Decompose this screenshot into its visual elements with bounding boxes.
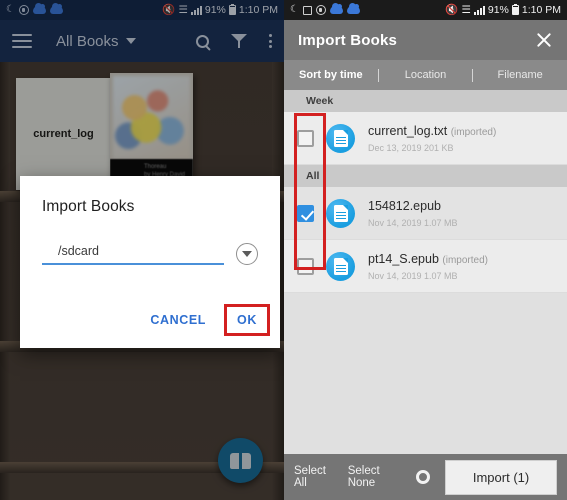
import-action-bar: Select All Select None Import (1) xyxy=(284,454,567,500)
file-subtitle: Nov 14, 2019 1.07 MB xyxy=(368,270,458,281)
file-meta: pt14_S.epub (imported) Nov 14, 2019 1.07… xyxy=(368,251,557,280)
import-dialog-header: Import Books xyxy=(284,20,567,60)
sort-tabs: Sort by time Location Filename xyxy=(284,60,567,90)
gear-icon[interactable] xyxy=(414,467,431,487)
file-document-icon xyxy=(326,198,355,228)
cancel-button[interactable]: CANCEL xyxy=(138,305,218,335)
row-checkbox-cell xyxy=(284,257,326,275)
imported-badge: (imported) xyxy=(450,127,497,139)
battery-percent-label: 91% xyxy=(487,4,509,16)
table-row[interactable]: current_log.txt (imported) Dec 13, 2019 … xyxy=(284,112,567,165)
import-button[interactable]: Import (1) xyxy=(445,459,557,495)
right-status-bar: ☾ 🔇 ☰ 91% 1:10 PM xyxy=(284,0,567,20)
dialog-path-row xyxy=(42,242,258,265)
file-name-line: 154812.epub xyxy=(368,198,557,214)
row-checkbox-cell xyxy=(284,129,326,147)
row-checkbox[interactable] xyxy=(296,129,314,147)
tab-sort-by-time[interactable]: Sort by time xyxy=(284,69,378,81)
tab-filename[interactable]: Filename xyxy=(473,69,567,81)
file-subtitle: Nov 14, 2019 1.07 MB xyxy=(368,217,458,228)
screenshot-root: ☾ 🔇 ☰ 91% 1:10 PM All Books current_log … xyxy=(0,0,567,500)
tab-location[interactable]: Location xyxy=(379,69,473,81)
section-header-all: All xyxy=(284,165,567,187)
table-row[interactable]: pt14_S.epub (imported) Nov 14, 2019 1.07… xyxy=(284,240,567,293)
row-checkbox[interactable] xyxy=(296,204,314,222)
status-left-icons: ☾ xyxy=(290,3,360,15)
file-meta: current_log.txt (imported) Dec 13, 2019 … xyxy=(368,123,557,152)
row-checkbox-cell xyxy=(284,204,326,222)
file-name: current_log.txt xyxy=(368,124,448,139)
cloud-icon xyxy=(346,3,360,14)
file-name: 154812.epub xyxy=(368,199,441,214)
file-name-line: pt14_S.epub (imported) xyxy=(368,251,557,267)
status-right-icons: 🔇 ☰ 91% 1:10 PM xyxy=(445,3,561,16)
file-name-line: current_log.txt (imported) xyxy=(368,123,557,139)
file-subtitle: Dec 13, 2019 201 KB xyxy=(368,142,454,153)
ok-button-highlight: OK xyxy=(224,304,270,336)
mute-icon: 🔇 xyxy=(445,3,459,16)
imported-badge: (imported) xyxy=(442,255,488,267)
close-icon[interactable] xyxy=(535,31,553,49)
select-none-button[interactable]: Select None xyxy=(348,465,401,489)
select-all-button[interactable]: Select All xyxy=(294,465,334,489)
ok-button[interactable]: OK xyxy=(233,309,261,331)
signal-icon xyxy=(473,5,485,15)
dropdown-circle-icon[interactable] xyxy=(236,242,258,265)
right-phone-panel: ☾ 🔇 ☰ 91% 1:10 PM Import Books Sort by t… xyxy=(284,0,567,500)
table-row[interactable]: 154812.epub Nov 14, 2019 1.07 MB xyxy=(284,187,567,240)
battery-icon xyxy=(511,3,519,15)
dialog-title: Import Books xyxy=(42,198,135,215)
clock-label: 1:10 PM xyxy=(521,4,561,16)
import-books-dialog: Import Books CANCEL OK xyxy=(20,176,280,348)
dialog-actions: CANCEL OK xyxy=(138,304,270,336)
page-title: Import Books xyxy=(298,31,398,49)
screenshot-icon xyxy=(302,5,312,15)
left-phone-panel: ☾ 🔇 ☰ 91% 1:10 PM All Books current_log … xyxy=(0,0,284,500)
file-document-icon xyxy=(326,251,355,281)
wifi-icon: ☰ xyxy=(461,3,471,16)
import-path-input[interactable] xyxy=(42,242,224,265)
screen-record-icon xyxy=(315,5,326,15)
file-meta: 154812.epub Nov 14, 2019 1.07 MB xyxy=(368,198,557,227)
moon-icon: ☾ xyxy=(290,4,299,15)
file-name: pt14_S.epub xyxy=(368,252,439,267)
row-checkbox[interactable] xyxy=(296,257,314,275)
file-document-icon xyxy=(326,123,355,153)
cloud-icon xyxy=(329,3,343,14)
section-header-week: Week xyxy=(284,90,567,112)
